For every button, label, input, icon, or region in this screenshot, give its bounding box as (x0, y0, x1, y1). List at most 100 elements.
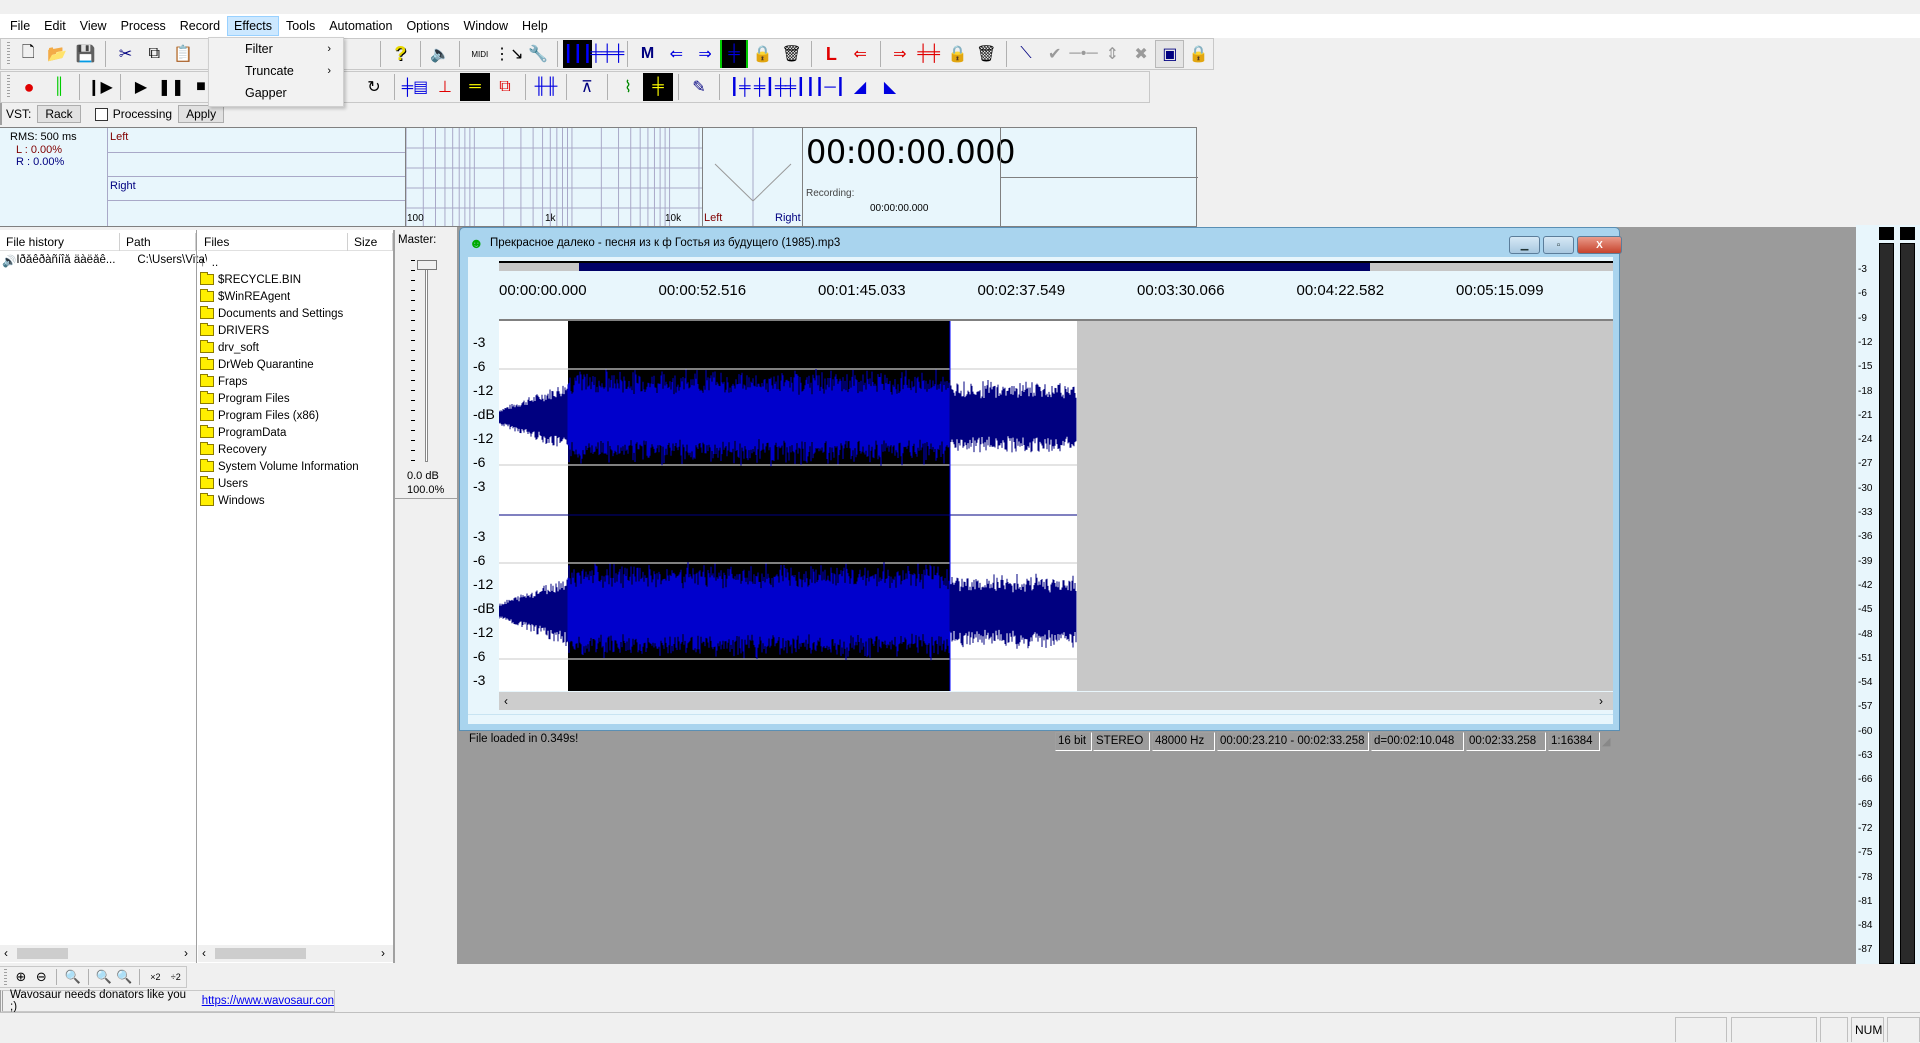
scroll-left-icon[interactable]: ‹ (4, 946, 8, 960)
folder-item[interactable]: ProgramData (200, 424, 286, 441)
folder-item[interactable]: $WinREAgent (200, 288, 290, 305)
loop-next-icon[interactable]: ⇒ (885, 40, 914, 68)
file-history-row[interactable]: 🔊 Ïðåêðàñíîå äàëåê... C:\Users\Vita\ (2, 254, 207, 268)
spectrum-analyzer-icon[interactable]: ⊥ (430, 73, 460, 101)
master-slider-thumb[interactable] (417, 260, 437, 270)
menu-edit[interactable]: Edit (37, 16, 73, 36)
menu-window[interactable]: Window (457, 16, 515, 36)
folder-item[interactable]: Users (200, 475, 248, 492)
menu-automation[interactable]: Automation (322, 16, 399, 36)
scroll-right-icon[interactable]: › (1599, 694, 1603, 708)
overview-visible-range[interactable] (579, 263, 1371, 271)
resize-grip-icon[interactable]: ◢ (1602, 735, 1610, 748)
zoom-in-icon[interactable]: ⊕ (11, 963, 31, 991)
column-file-history[interactable]: File history (0, 233, 120, 251)
record-icon[interactable]: ● (14, 73, 44, 101)
toolbar-grip[interactable] (7, 42, 10, 66)
vu-meter-icon[interactable]: ║ (44, 73, 74, 101)
folder-item[interactable]: Program Files (200, 390, 290, 407)
loop-arrow-icon[interactable]: ↻ (359, 73, 389, 101)
cut-scissors-icon[interactable]: ✂ (111, 40, 140, 68)
zoom-selection-icon[interactable]: 🔍 (62, 963, 82, 991)
envelope-icon[interactable]: ⟍ (1012, 40, 1041, 68)
menu-process[interactable]: Process (114, 16, 173, 36)
menu-item-filter[interactable]: Filter › (209, 38, 343, 60)
apply-button[interactable]: Apply (178, 105, 225, 123)
help-question-icon[interactable]: ? (386, 40, 415, 68)
marker-m-icon[interactable]: M (633, 40, 662, 68)
waveform-scrollbar[interactable]: ‹ › (499, 691, 1613, 710)
insert-silence-icon[interactable]: ┃╪ (725, 73, 755, 101)
copy-red-icon[interactable]: ⧉ (490, 73, 520, 101)
speaker-volume-icon[interactable]: 🔈 (426, 40, 455, 68)
zoom-out-vertical-icon[interactable]: 🔍 (114, 963, 134, 991)
waveform-canvas[interactable] (499, 321, 1613, 715)
maximize-button[interactable]: ▫ (1543, 236, 1574, 254)
routing-icon[interactable]: ⋮↘ (494, 40, 523, 68)
menu-tools[interactable]: Tools (279, 16, 322, 36)
waveform-yellow-icon[interactable]: ╪ (643, 73, 673, 101)
folder-item[interactable]: System Volume Information (200, 458, 359, 475)
menu-effects[interactable]: Effects (227, 16, 280, 36)
open-folder-icon[interactable]: 📂 (43, 40, 72, 68)
folder-item[interactable]: DRIVERS (200, 322, 269, 339)
processing-checkbox[interactable] (94, 107, 108, 121)
folder-item[interactable]: Recovery (200, 441, 267, 458)
minimize-button[interactable]: ▁ (1509, 236, 1540, 254)
loop-prev-icon[interactable]: ⇐ (846, 40, 875, 68)
zoom-div2-icon[interactable]: ÷2 (166, 963, 186, 991)
scrollbar-thumb[interactable] (215, 948, 306, 959)
waveform-band-icon[interactable]: ═ (460, 73, 490, 101)
column-size[interactable]: Size (348, 233, 393, 251)
folder-item[interactable]: $RECYCLE.BIN (200, 271, 301, 288)
save-disk-icon[interactable]: 💾 (71, 40, 100, 68)
folder-item[interactable]: Documents and Settings (200, 305, 343, 322)
trim-silence-icon[interactable]: ╪┃╪ (754, 73, 786, 101)
zoom-in-vertical-icon[interactable]: 🔍 (94, 963, 114, 991)
overview-bar[interactable] (499, 261, 1613, 271)
play-icon[interactable]: ▶ (126, 73, 156, 101)
waveform-multi-icon[interactable]: ┃┃┃ (563, 40, 593, 68)
menu-item-gapper[interactable]: Gapper (209, 82, 343, 104)
pause-icon[interactable]: ❚❚ (156, 73, 186, 101)
play-from-start-icon[interactable]: ❙▶ (85, 73, 115, 101)
scroll-right-icon[interactable]: › (184, 946, 188, 960)
menu-help[interactable]: Help (515, 16, 555, 36)
column-files[interactable]: Files (198, 233, 348, 251)
split-at-cursor-icon[interactable]: ╪┃┃ (785, 73, 816, 101)
scroll-left-icon[interactable]: ‹ (504, 694, 508, 708)
folder-item[interactable]: drv_soft (200, 339, 259, 356)
waveform-doc-icon[interactable]: ╪▤ (400, 73, 430, 101)
eq-graph-icon[interactable]: ⌇ (613, 73, 643, 101)
column-path[interactable]: Path (120, 233, 196, 251)
website-link[interactable]: https://www.wavosaur.con (202, 995, 334, 1007)
file-history-scrollbar[interactable]: ‹ › (0, 945, 196, 962)
play-through-icon[interactable]: ▣ (1155, 40, 1185, 68)
lock-icon[interactable]: 🔒 (1184, 40, 1213, 68)
scrollbar-thumb[interactable] (17, 948, 68, 959)
pencil-draw-icon[interactable]: ✎ (684, 73, 714, 101)
folder-item[interactable]: Windows (200, 492, 265, 509)
normalize-icon[interactable]: ⊼ (572, 73, 602, 101)
menu-file[interactable]: File (3, 16, 37, 36)
copy-icon[interactable]: ⧉ (140, 40, 169, 68)
fade-out-icon[interactable]: ◣ (875, 73, 905, 101)
menu-view[interactable]: View (73, 16, 114, 36)
loop-delete-icon[interactable]: 🗑 (972, 40, 1001, 68)
clip-indicator-left[interactable] (1879, 227, 1894, 240)
folder-item[interactable]: Program Files (x86) (200, 407, 319, 424)
split-regions-icon[interactable]: ┃─┃ (815, 73, 846, 101)
zoom-out-icon[interactable]: ⊖ (31, 963, 51, 991)
menu-item-truncate[interactable]: Truncate › (209, 60, 343, 82)
master-slider-track[interactable] (425, 260, 428, 462)
zoom-x2-icon[interactable]: ×2 (145, 963, 165, 991)
fade-in-icon[interactable]: ◢ (845, 73, 875, 101)
paste-icon[interactable]: 📋 (169, 40, 198, 68)
loop-selection-icon[interactable]: ╪╪ (914, 40, 943, 68)
loop-lock-icon[interactable]: 🔒 (943, 40, 972, 68)
file-browser-scrollbar[interactable]: ‹ › (198, 945, 393, 962)
wrench-settings-icon[interactable]: 🔧 (524, 40, 553, 68)
rack-button[interactable]: Rack (37, 105, 81, 123)
marker-next-icon[interactable]: ⇒ (691, 40, 720, 68)
close-button[interactable]: X (1577, 236, 1622, 254)
